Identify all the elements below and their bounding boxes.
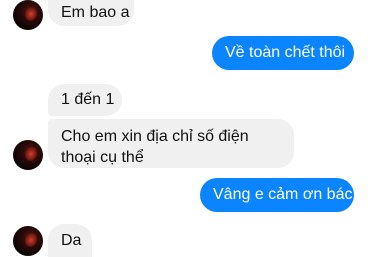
contact-avatar[interactable] bbox=[13, 0, 43, 30]
incoming-message-bubble[interactable]: Em bao a bbox=[48, 0, 134, 26]
message-text: Vâng e cảm ơn bác bbox=[213, 186, 353, 203]
message-text: Da bbox=[61, 232, 82, 249]
incoming-message-bubble[interactable]: Da bbox=[48, 224, 92, 257]
message-text: Cho em xin địa chỉ số điện thoại cụ thể bbox=[61, 128, 249, 166]
avatar-image bbox=[22, 5, 40, 23]
message-text: 1 đến 1 bbox=[61, 91, 115, 108]
contact-avatar[interactable] bbox=[13, 140, 43, 170]
message-text: Về toàn chết thôi bbox=[225, 44, 346, 61]
outgoing-message-bubble[interactable]: Vâng e cảm ơn bác bbox=[200, 178, 354, 212]
incoming-message-bubble[interactable]: Cho em xin địa chỉ số điện thoại cụ thể bbox=[48, 119, 294, 168]
outgoing-message-bubble[interactable]: Về toàn chết thôi bbox=[212, 36, 354, 70]
incoming-message-bubble[interactable]: 1 đến 1 bbox=[48, 84, 122, 116]
message-text: Em bao a bbox=[61, 4, 130, 21]
avatar-image bbox=[22, 231, 40, 249]
chat-thread: Em bao a Về toàn chết thôi 1 đến 1 Cho e… bbox=[0, 0, 374, 257]
avatar-image bbox=[22, 145, 40, 163]
contact-avatar[interactable] bbox=[13, 226, 43, 256]
